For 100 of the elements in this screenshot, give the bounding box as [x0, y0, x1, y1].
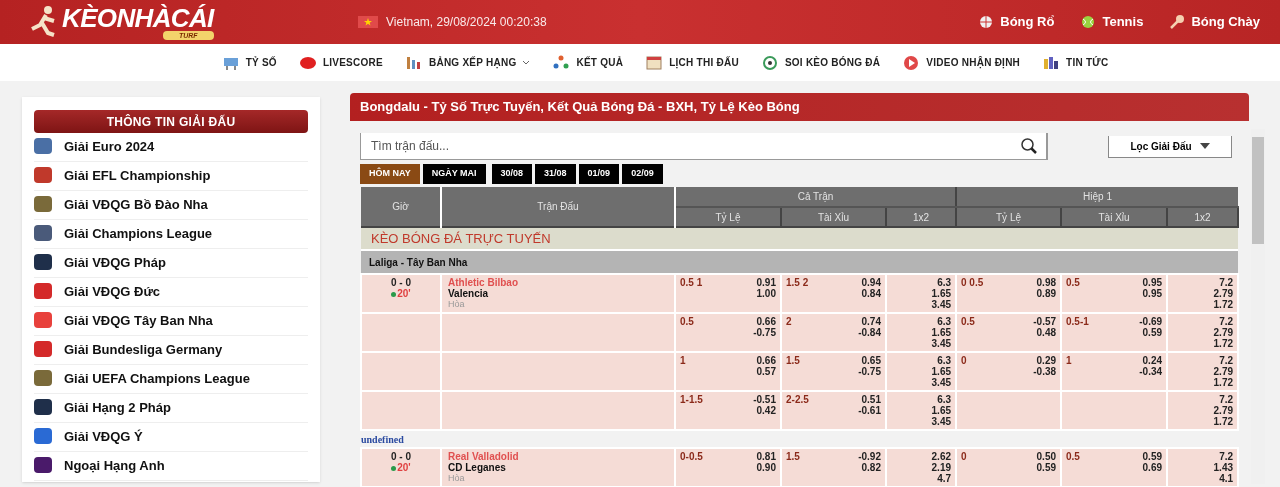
odds-value: -0.69 [1139, 316, 1163, 327]
nav-link[interactable]: LỊCH THI ĐẤU [645, 53, 739, 72]
match-minute: 20' [397, 462, 411, 473]
odds-value: 6.3 [937, 355, 952, 366]
league-link[interactable]: Giải VĐQG Bồ Đào Nha [64, 196, 284, 214]
odds-value: 0.29 [1036, 355, 1057, 366]
group-label: undefined [361, 433, 404, 445]
nav-link[interactable]: TIN TỨC [1042, 53, 1109, 72]
nav-link[interactable]: LIVESCORE [298, 53, 383, 72]
nav-link[interactable]: KẾT QUẢ [552, 53, 624, 72]
handicap-line: 1.5 [786, 451, 800, 464]
league-link[interactable]: Giải Bundesliga Germany [64, 341, 284, 359]
date-tab[interactable]: 01/09 [578, 164, 620, 184]
odds-value: 7.2 [1219, 451, 1234, 462]
date-tab[interactable]: 02/09 [622, 164, 663, 184]
league-link[interactable]: Giải VĐQG Tây Ban Nha [64, 312, 284, 330]
odds-value: 0.59 [1036, 462, 1057, 473]
odds-value: -0.75 [858, 366, 881, 377]
league-filter-dropdown[interactable]: Lọc Giải Đấu [1108, 135, 1232, 158]
odds-value: -0.75 [753, 327, 776, 338]
date-tab[interactable]: NGÀY MAI [422, 164, 486, 184]
odds-value: 6.3 [937, 277, 952, 288]
odds-value: 0.69 [1142, 462, 1163, 473]
league-link[interactable]: Ngoại Hạng Anh [64, 457, 284, 475]
odds-value: -0.34 [1139, 366, 1163, 377]
odds-value: 2.79 [1213, 366, 1234, 377]
match-score: 0 - 0 [390, 277, 412, 288]
handicap-line: 1-1.5 [680, 394, 703, 407]
league-header: Laliga - Tây Ban Nha [361, 250, 1239, 274]
odds-value: 1.65 [931, 327, 952, 338]
odds-value: 0.51 [861, 394, 881, 405]
match-note: Hòa [448, 473, 466, 484]
search-icon[interactable] [1020, 137, 1038, 155]
handicap-line: 1 [1066, 355, 1072, 368]
odds-value: 0.57 [756, 366, 776, 377]
league-link[interactable]: Giải Euro 2024 [64, 138, 284, 156]
sport-link[interactable]: Bóng Rổ [978, 12, 1055, 32]
handicap-line: 0 0.5 [961, 277, 984, 290]
odds-value: 1.72 [1213, 338, 1234, 349]
handicap-line: 0 [961, 451, 967, 464]
handicap-line: 2-2.5 [786, 394, 809, 407]
baseball-bat-icon [1169, 14, 1186, 30]
away-team[interactable]: Valencia [448, 288, 668, 299]
league-link[interactable]: Giải VĐQG Đức [64, 283, 284, 301]
date-tab[interactable]: 30/08 [491, 164, 533, 184]
nav-link[interactable]: BẢNG XẾP HẠNG [404, 53, 531, 72]
odds-value: 3.45 [931, 338, 952, 349]
odds-value: 1.65 [931, 288, 952, 299]
away-team[interactable]: CD Leganes [448, 462, 668, 473]
league-link[interactable]: Giải EFL Championship [64, 167, 284, 185]
odds-value: 0.74 [861, 316, 881, 327]
odds-value: 0.91 [756, 277, 776, 288]
handicap-line: 0.5 [961, 316, 975, 329]
panel-title: Bongdalu - Tỷ Số Trực Tuyến, Kết Quả Bóng Đá - BXH, Tỷ Lệ Kèo Bóng [350, 93, 1250, 121]
league-link[interactable]: Giải Hạng 2 Pháp [64, 399, 284, 417]
odds-value: 1.43 [1213, 462, 1234, 473]
odds-value: 6.3 [937, 316, 952, 327]
nav-link[interactable]: VIDEO NHẬN ĐỊNH [902, 53, 1021, 72]
odds-value: 2.79 [1213, 327, 1234, 338]
odds-value: 0.98 [1036, 277, 1057, 288]
odds-value: 0.95 [1142, 277, 1163, 288]
odds-value: 0.90 [756, 462, 776, 473]
odds-value: 0.66 [756, 355, 776, 366]
search-field[interactable]: Tìm trận đấu... [360, 133, 1048, 160]
league-link[interactable]: Giải Champions League [64, 225, 284, 243]
odds-value: 6.3 [937, 394, 952, 405]
odds-value: 3.45 [931, 299, 952, 310]
scrollbar-thumb[interactable] [1252, 137, 1264, 244]
odds-value: 0.50 [1036, 451, 1057, 462]
handicap-line: 1 [680, 355, 686, 368]
league-link[interactable]: Giải VĐQG Ý [64, 428, 284, 446]
section-title: KÈO BÓNG ĐÁ TRỰC TUYẾN [361, 227, 1239, 250]
odds-value: 2.19 [931, 462, 952, 473]
odds-value: 1.65 [931, 366, 952, 377]
date-tab[interactable]: HÔM NAY [360, 164, 420, 184]
odds-value: 0.59 [1142, 451, 1163, 462]
match-minute: 20' [397, 288, 411, 299]
league-link[interactable]: Giải VĐQG Pháp [64, 254, 284, 272]
odds-value: 1.00 [756, 288, 776, 299]
logo-text[interactable]: KÈONHÀCÁI [62, 4, 214, 31]
odds-value: 1.72 [1213, 377, 1234, 388]
odds-value: 0.84 [861, 288, 881, 299]
odds-value: -0.92 [858, 451, 881, 462]
odds-value: 7.2 [1219, 316, 1234, 327]
odds-value: 4.7 [937, 473, 952, 484]
odds-value: 7.2 [1219, 394, 1234, 405]
nav-link[interactable]: SOI KÈO BÓNG ĐÁ [760, 53, 881, 72]
odds-value: -0.61 [858, 405, 881, 416]
odds-value: -0.84 [858, 327, 881, 338]
sport-link[interactable]: Bóng Chày [1169, 12, 1260, 32]
date-tab[interactable]: 31/08 [535, 164, 576, 184]
soccer-ball-icon [760, 53, 779, 72]
odds-value: 0.24 [1142, 355, 1163, 366]
nav-link[interactable]: TỶ SỐ [221, 53, 277, 72]
odds-value: 0.95 [1142, 288, 1163, 299]
league-link[interactable]: Giải UEFA Champions League [64, 370, 284, 388]
odds-value: 1.72 [1213, 299, 1234, 310]
handicap-line: 0-0.5 [680, 451, 703, 464]
sport-link[interactable]: Tennis [1080, 12, 1144, 32]
odds-value: 7.2 [1219, 355, 1234, 366]
